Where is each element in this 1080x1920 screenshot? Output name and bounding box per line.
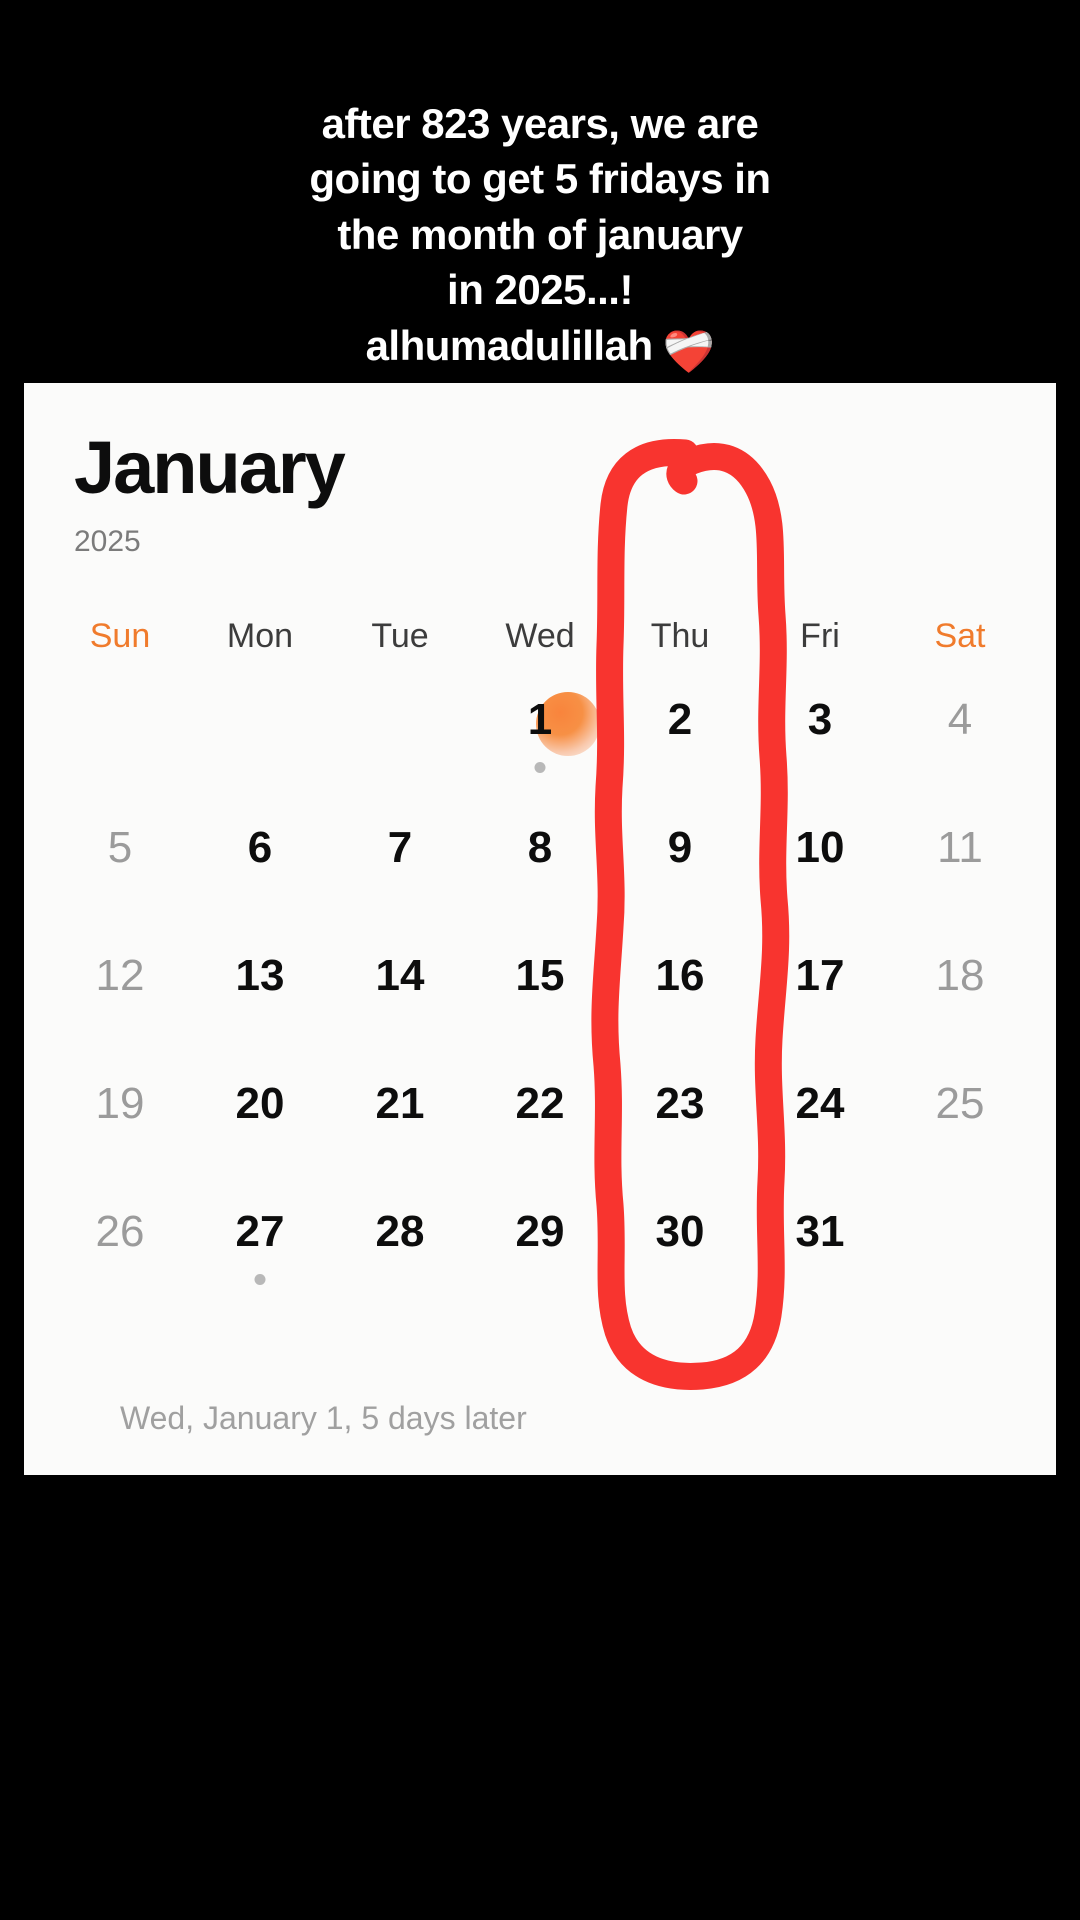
day-cell-24[interactable]: 24 <box>750 1074 890 1202</box>
calendar-widget[interactable]: January 2025 Sun Mon Tue Wed Thu Fri Sat 12345… <box>24 383 1056 1475</box>
weekday-header-row: Sun Mon Tue Wed Thu Fri Sat <box>24 617 1056 656</box>
caption-line-4: in 2025...! <box>447 266 633 314</box>
day-cell-6[interactable]: 6 <box>190 818 330 946</box>
day-cell-25[interactable]: 25 <box>890 1074 1030 1202</box>
day-number: 19 <box>95 1079 145 1128</box>
day-cell-21[interactable]: 21 <box>330 1074 470 1202</box>
day-number: 28 <box>375 1207 425 1256</box>
day-cell-7[interactable]: 7 <box>330 818 470 946</box>
day-number: 13 <box>235 951 285 1000</box>
day-cell-13[interactable]: 13 <box>190 946 330 1074</box>
day-cell-26[interactable]: 26 <box>50 1202 190 1330</box>
day-number: 3 <box>807 695 833 744</box>
day-cell-4[interactable]: 4 <box>890 690 1030 818</box>
day-number: 25 <box>935 1079 985 1128</box>
day-cell-1[interactable]: 1 <box>470 690 610 818</box>
event-indicator-dot <box>254 1274 266 1285</box>
day-number: 24 <box>795 1079 845 1128</box>
day-number: 5 <box>107 823 133 872</box>
day-number: 30 <box>655 1207 705 1256</box>
day-cell-22[interactable]: 22 <box>470 1074 610 1202</box>
day-number: 8 <box>527 823 553 872</box>
day-number: 11 <box>937 823 983 872</box>
day-cell-18[interactable]: 18 <box>890 946 1030 1074</box>
caption-line-2: going to get 5 fridays in <box>309 155 771 203</box>
day-number: 9 <box>667 823 693 872</box>
day-number: 15 <box>515 951 565 1000</box>
day-cell-11[interactable]: 11 <box>890 818 1030 946</box>
weekday-header-thu: Thu <box>650 617 710 655</box>
day-cell-9[interactable]: 9 <box>610 818 750 946</box>
day-cell-17[interactable]: 17 <box>750 946 890 1074</box>
day-cell-19[interactable]: 19 <box>50 1074 190 1202</box>
day-number: 12 <box>95 951 145 1000</box>
day-number: 1 <box>527 695 553 744</box>
day-cell-31[interactable]: 31 <box>750 1202 890 1330</box>
day-cell-28[interactable]: 28 <box>330 1202 470 1330</box>
month-title: January <box>74 426 346 509</box>
weekday-header-sun: Sun <box>89 617 151 655</box>
day-number: 22 <box>515 1079 565 1128</box>
day-number: 20 <box>235 1079 285 1128</box>
day-number: 16 <box>655 951 705 1000</box>
calendar-status-text: Wed, January 1, 5 days later <box>120 1400 527 1436</box>
day-cell-12[interactable]: 12 <box>50 946 190 1074</box>
caption-line-5-text: alhumadulillah <box>365 321 654 369</box>
day-cell-29[interactable]: 29 <box>470 1202 610 1330</box>
weekday-header-sat: Sat <box>934 617 986 655</box>
caption-line-5: alhumadulillah ❤️‍🩹 <box>60 318 1020 379</box>
day-number: 29 <box>515 1207 565 1256</box>
day-cell-10[interactable]: 10 <box>750 818 890 946</box>
day-cell-2[interactable]: 2 <box>610 690 750 818</box>
day-cell-5[interactable]: 5 <box>50 818 190 946</box>
day-number: 31 <box>795 1207 845 1256</box>
day-cell-27[interactable]: 27 <box>190 1202 330 1330</box>
mending-heart-icon: ❤️‍🩹 <box>662 327 715 375</box>
weekday-header-wed: Wed <box>505 617 575 655</box>
day-cell-8[interactable]: 8 <box>470 818 610 946</box>
weekday-header-tue: Tue <box>371 617 429 655</box>
year-label: 2025 <box>74 525 141 558</box>
event-indicator-dot <box>534 762 546 773</box>
day-cell-3[interactable]: 3 <box>750 690 890 818</box>
caption-text-block: after 823 years, we are going to get 5 f… <box>0 96 1080 379</box>
day-number: 26 <box>95 1207 145 1256</box>
calendar-header: January 2025 <box>24 383 1056 559</box>
date-grid[interactable]: 1 2 3 4 5 6 7 8 9 10 11 12 13 14 15 16 17 18 19 20 21 22 23 24 2… <box>24 690 1056 1330</box>
day-number: 10 <box>795 823 845 872</box>
day-cell-15[interactable]: 15 <box>470 946 610 1074</box>
day-number: 7 <box>387 823 413 872</box>
day-number: 2 <box>667 695 693 744</box>
weekday-header-fri: Fri <box>800 617 840 655</box>
day-number: 4 <box>947 695 973 744</box>
day-cell-20[interactable]: 20 <box>190 1074 330 1202</box>
day-cell-30[interactable]: 30 <box>610 1202 750 1330</box>
day-cell-16[interactable]: 16 <box>610 946 750 1074</box>
day-number: 18 <box>935 951 985 1000</box>
caption-line-3: the month of january <box>337 210 743 258</box>
day-number: 27 <box>235 1207 285 1256</box>
day-number: 17 <box>795 951 845 1000</box>
weekday-header-mon: Mon <box>226 617 294 655</box>
day-number: 14 <box>375 951 425 1000</box>
day-cell-14[interactable]: 14 <box>330 946 470 1074</box>
caption-line-1: after 823 years, we are <box>321 100 759 147</box>
day-cell-23[interactable]: 23 <box>610 1074 750 1202</box>
day-number: 6 <box>247 823 273 872</box>
day-number: 21 <box>375 1079 425 1128</box>
day-number: 23 <box>655 1079 705 1128</box>
